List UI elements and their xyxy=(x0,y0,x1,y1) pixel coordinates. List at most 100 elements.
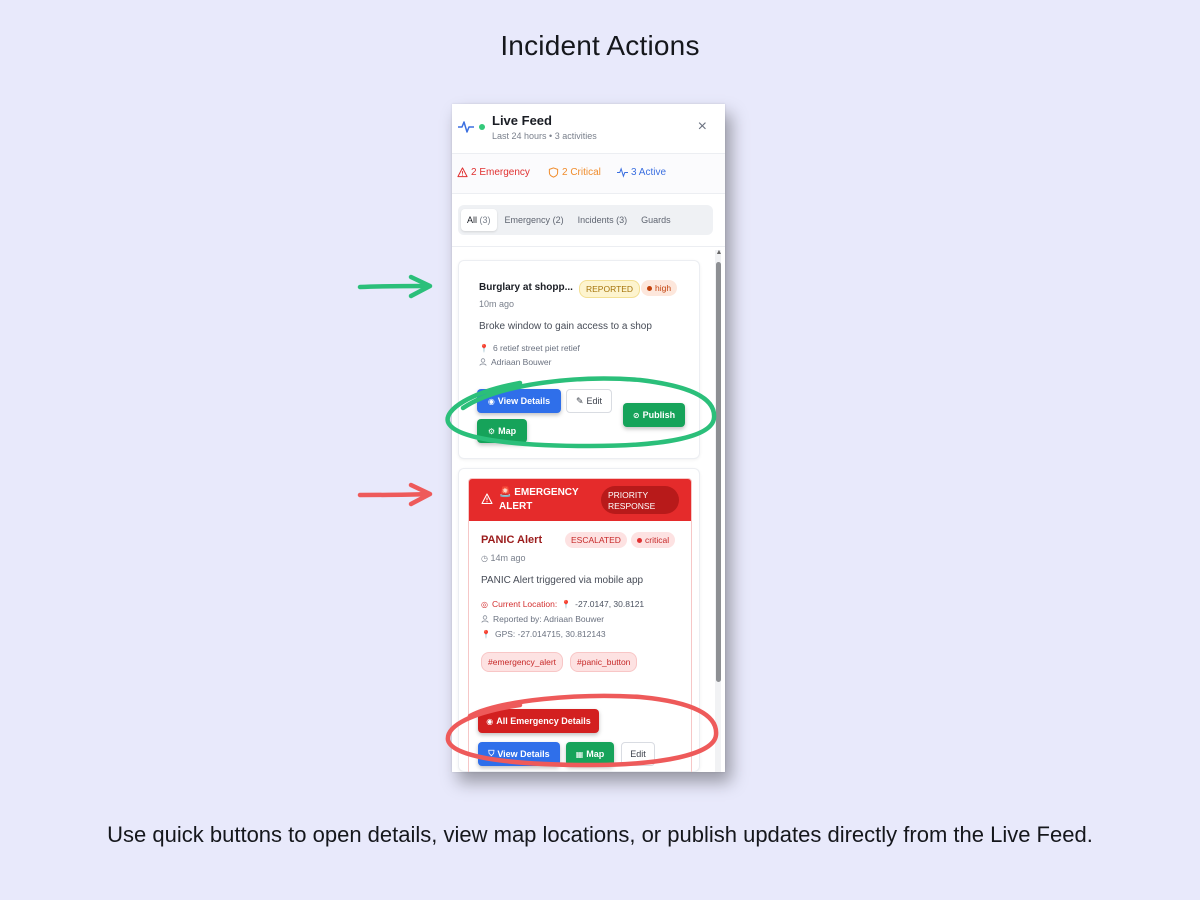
live-feed-panel: Live Feed Last 24 hours • 3 activities ×… xyxy=(452,104,725,772)
map-pin-icon: 📍 xyxy=(479,343,489,353)
publish-button[interactable]: ⊘ Publish xyxy=(623,403,685,427)
emergency-card-inner: 🚨 EMERGENCY ALERT PRIORITY RESPONSE PANI… xyxy=(468,478,692,772)
view-details-label: View Details xyxy=(497,396,551,406)
incident-address-text: 6 retief street piet retief xyxy=(492,343,580,353)
tab-emergency-count: (2) xyxy=(552,215,564,225)
activity-icon xyxy=(617,167,628,178)
incident-card[interactable]: Burglary at shopp... REPORTED high 10m a… xyxy=(458,260,700,459)
emergency-gps: 📍 GPS: -27.014715, 30.812143 xyxy=(481,629,606,639)
stat-active-label: 3 Active xyxy=(631,167,667,178)
incident-user-text: Adriaan Bouwer xyxy=(491,357,552,367)
tab-emergency-label: Emergency xyxy=(504,215,551,225)
stat-active[interactable]: 3 Active xyxy=(617,167,666,178)
map-label: Map xyxy=(498,426,517,436)
tab-all-label: All xyxy=(467,215,478,225)
warning-triangle-icon xyxy=(457,167,468,178)
red-arrow xyxy=(357,482,433,507)
incident-user: Adriaan Bouwer xyxy=(479,357,551,367)
tab-all-count: (3) xyxy=(479,215,491,225)
emergency-time-text: 14m ago xyxy=(490,553,526,563)
tab-incidents-label: Incidents xyxy=(577,215,614,225)
status-badge: REPORTED xyxy=(579,280,641,298)
clock-icon: ◷ xyxy=(481,554,488,563)
map-icon: ▦ xyxy=(575,749,584,759)
map-pin-icon: 📍 xyxy=(561,599,572,609)
critical-badge: critical xyxy=(631,532,676,548)
emergency-view-details-button[interactable]: ⛉ View Details xyxy=(478,742,560,766)
feed-header: Live Feed Last 24 hours • 3 activities × xyxy=(452,104,725,154)
emergency-view-label: View Details xyxy=(497,749,550,759)
escalated-badge: ESCALATED xyxy=(565,532,627,548)
emergency-map-label: Map xyxy=(586,749,605,759)
view-details-button[interactable]: ◉ View Details xyxy=(477,389,561,413)
feed-title: Live Feed xyxy=(492,113,552,128)
feed-stats: 2 Emergency 2 Critical 3 Active xyxy=(452,154,725,194)
shield-icon xyxy=(548,167,559,178)
page-caption: Use quick buttons to open details, view … xyxy=(107,822,1093,847)
shield-icon: ⛉ xyxy=(488,749,495,758)
warning-triangle-icon xyxy=(481,493,493,505)
emergency-banner-title: 🚨 EMERGENCY ALERT xyxy=(499,487,579,512)
location-coords: -27.0147, 30.8121 xyxy=(575,599,645,609)
all-details-label: All Emergency Details xyxy=(496,716,591,726)
tabs-container: All (3) Emergency (2) Incidents (3) Guar… xyxy=(452,194,725,247)
gps-text: GPS: -27.014715, 30.812143 xyxy=(494,629,606,639)
emergency-reporter: Reported by: Adriaan Bouwer xyxy=(481,614,604,624)
tab-emergency[interactable]: Emergency (2) xyxy=(499,209,570,231)
severity-badge: high xyxy=(641,280,678,296)
severity-label: high xyxy=(655,283,672,293)
target-icon: ◎ xyxy=(481,599,488,609)
emergency-edit-button[interactable]: Edit xyxy=(621,742,655,766)
stat-emergency[interactable]: 2 Emergency xyxy=(457,167,530,178)
map-pin-icon: 📍 xyxy=(481,629,491,639)
incident-address: 📍 6 retief street piet retief xyxy=(479,343,580,353)
emergency-card[interactable]: 🚨 EMERGENCY ALERT PRIORITY RESPONSE PANI… xyxy=(458,468,700,772)
emergency-location: ◎ Current Location: 📍 -27.0147, 30.8121 xyxy=(481,599,644,609)
incident-time: 10m ago xyxy=(479,299,515,309)
tab-guards-label: Guards xyxy=(641,215,671,225)
map-icon: ⚙ xyxy=(487,426,496,436)
incident-title: Burglary at shopp... xyxy=(479,282,573,293)
tab-all[interactable]: All (3) xyxy=(461,209,497,231)
stat-critical[interactable]: 2 Critical xyxy=(548,167,601,178)
user-icon xyxy=(479,358,487,366)
tab-incidents[interactable]: Incidents (3) xyxy=(572,209,634,231)
all-emergency-details-button[interactable]: ◉ All Emergency Details xyxy=(478,709,599,733)
reporter-text: Reported by: Adriaan Bouwer xyxy=(493,614,605,624)
tag-panic-button[interactable]: #panic_button xyxy=(570,652,638,672)
edit-button[interactable]: ✎ Edit xyxy=(566,389,612,413)
pencil-icon: ✎ xyxy=(575,395,584,406)
incident-description: Broke window to gain access to a shop xyxy=(479,321,652,332)
priority-badge: PRIORITY RESPONSE xyxy=(601,486,679,514)
emergency-title: PANIC Alert xyxy=(481,534,543,546)
emergency-time: ◷ 14m ago xyxy=(481,553,526,563)
live-status-dot xyxy=(479,124,485,130)
feed-subtitle: Last 24 hours • 3 activities xyxy=(492,131,597,141)
tag-emergency-alert[interactable]: #emergency_alert xyxy=(481,652,564,672)
close-icon[interactable]: × xyxy=(698,118,707,136)
check-circle-icon: ⊘ xyxy=(632,410,640,420)
tab-guards[interactable]: Guards xyxy=(635,209,677,231)
eye-icon: ◉ xyxy=(487,396,495,406)
tab-bar: All (3) Emergency (2) Incidents (3) Guar… xyxy=(458,205,713,235)
scroll-up-arrow[interactable]: ▲ xyxy=(715,249,723,256)
user-icon xyxy=(481,615,489,623)
scrollbar-thumb[interactable] xyxy=(716,262,721,682)
publish-label: Publish xyxy=(642,410,676,420)
page-title: Incident Actions xyxy=(500,30,700,61)
activity-icon xyxy=(458,121,474,133)
stat-critical-label: 2 Critical xyxy=(562,167,601,178)
map-button[interactable]: ⚙ Map xyxy=(477,419,527,443)
alert-icon: ◉ xyxy=(486,716,494,726)
emergency-description: PANIC Alert triggered via mobile app xyxy=(481,575,644,586)
green-arrow xyxy=(357,274,433,299)
emergency-map-button[interactable]: ▦ Map xyxy=(566,742,614,766)
stat-emergency-label: 2 Emergency xyxy=(471,167,530,178)
location-label: Current Location: xyxy=(491,599,558,609)
emergency-banner: 🚨 EMERGENCY ALERT PRIORITY RESPONSE xyxy=(469,479,691,521)
critical-label: critical xyxy=(645,535,670,545)
critical-dot xyxy=(637,538,642,544)
edit-label: Edit xyxy=(586,396,603,406)
tab-incidents-count: (3) xyxy=(616,215,628,225)
emergency-edit-label: Edit xyxy=(630,749,646,759)
